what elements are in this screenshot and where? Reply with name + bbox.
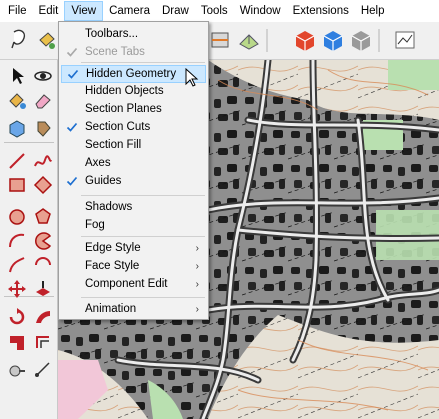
menu-item-animation[interactable]: Animation › <box>61 301 206 319</box>
checkmark-icon <box>66 122 78 132</box>
tool-separator <box>4 142 54 143</box>
paint-icon[interactable] <box>6 89 28 111</box>
menu-file[interactable]: File <box>2 1 33 21</box>
menu-item-label: Hidden Objects <box>85 85 164 97</box>
submenu-arrow-icon: › <box>195 279 199 290</box>
checkmark-icon <box>66 47 78 57</box>
mouse-cursor-icon <box>185 68 199 87</box>
line-icon[interactable] <box>6 150 28 172</box>
menu-item-label: Shadows <box>85 201 133 213</box>
menu-window[interactable]: Window <box>234 1 287 21</box>
polygon-icon[interactable] <box>32 206 54 228</box>
move-icon[interactable] <box>6 278 28 300</box>
tag-icon[interactable] <box>32 118 54 140</box>
sketchup-window: File Edit View Camera Draw Tools Window Extensi… <box>0 0 439 419</box>
toolbar-separator <box>374 26 384 54</box>
menu-item-shadows[interactable]: Shadows <box>61 199 206 217</box>
menu-item-label: Scene Tabs <box>85 46 145 58</box>
circle-icon[interactable] <box>6 206 28 228</box>
menu-separator <box>81 62 205 63</box>
menu-item-face-style[interactable]: Face Style › <box>61 258 206 276</box>
terrain-icon[interactable] <box>392 26 418 54</box>
menu-help[interactable]: Help <box>355 1 391 21</box>
submenu-arrow-icon: › <box>195 261 199 272</box>
section-display-icon[interactable] <box>208 26 234 54</box>
checkmark-icon <box>67 69 79 79</box>
arc3-icon[interactable] <box>32 254 54 276</box>
offset-icon[interactable] <box>32 332 54 354</box>
solid-blue-icon[interactable] <box>320 26 346 54</box>
text-icon[interactable] <box>32 358 54 380</box>
toolbar-separator <box>262 26 272 54</box>
menu-view[interactable]: View <box>64 1 104 21</box>
menu-item-label: Hidden Geometry <box>86 68 177 80</box>
menu-item-axes[interactable]: Axes <box>61 155 206 173</box>
scale-icon[interactable] <box>6 332 28 354</box>
solid-gray-icon[interactable] <box>348 26 374 54</box>
menu-item-label: Section Cuts <box>85 121 151 133</box>
solid-red-icon[interactable] <box>292 26 318 54</box>
pushpull-icon[interactable] <box>32 278 54 300</box>
menu-item-label: Edge Style <box>85 242 141 254</box>
menu-extensions[interactable]: Extensions <box>287 1 355 21</box>
rotated-rectangle-icon[interactable] <box>32 174 54 196</box>
menu-item-label: Guides <box>85 175 122 187</box>
component-icon[interactable] <box>6 118 28 140</box>
tape-icon[interactable] <box>6 358 28 380</box>
menu-draw[interactable]: Draw <box>156 1 195 21</box>
select-icon[interactable] <box>6 65 28 87</box>
geo-location-icon[interactable] <box>236 26 262 54</box>
menu-item-label: Face Style <box>85 260 140 272</box>
rectangle-icon[interactable] <box>6 174 28 196</box>
left-toolbar <box>0 60 58 419</box>
menu-item-label: Animation <box>85 303 137 315</box>
menu-item-section-cuts[interactable]: Section Cuts <box>61 119 206 137</box>
lasso-select-icon[interactable] <box>6 26 32 54</box>
menu-item-fog[interactable]: Fog <box>61 217 206 235</box>
menu-item-label: Fog <box>85 219 105 231</box>
menu-item-guides[interactable]: Guides <box>61 173 206 191</box>
rotate-icon[interactable] <box>6 306 28 328</box>
eraser-icon[interactable] <box>32 89 54 111</box>
menu-item-label: Toolbars... <box>85 28 139 40</box>
checkmark-icon <box>66 176 78 186</box>
followme-icon[interactable] <box>32 306 54 328</box>
submenu-arrow-icon: › <box>195 243 199 254</box>
menu-tools[interactable]: Tools <box>195 1 234 21</box>
menu-item-scene-tabs[interactable]: Scene Tabs <box>61 44 206 62</box>
menu-separator <box>81 236 205 237</box>
menu-item-edge-style[interactable]: Edge Style › <box>61 240 206 258</box>
menu-item-label: Axes <box>85 157 111 169</box>
menu-item-toolbars[interactable]: Toolbars... <box>61 26 206 44</box>
menu-item-section-fill[interactable]: Section Fill <box>61 137 206 155</box>
menu-item-component-edit[interactable]: Component Edit › <box>61 276 206 294</box>
orbit-icon[interactable] <box>32 65 54 87</box>
menu-item-label: Component Edit <box>85 278 168 290</box>
arc-icon[interactable] <box>6 230 28 252</box>
view-dropdown-menu: Toolbars... Scene Tabs Hidden Geometry Hidd… <box>58 21 209 320</box>
pie-icon[interactable] <box>32 230 54 252</box>
menu-item-label: Section Planes <box>85 103 162 115</box>
menu-item-label: Section Fill <box>85 139 142 151</box>
menu-separator <box>81 195 205 196</box>
menu-edit[interactable]: Edit <box>33 1 65 21</box>
paint-bucket-icon[interactable] <box>34 26 60 54</box>
submenu-arrow-icon: › <box>195 304 199 315</box>
menu-separator <box>81 297 205 298</box>
freehand-icon[interactable] <box>32 150 54 172</box>
menu-camera[interactable]: Camera <box>103 1 156 21</box>
arc2-icon[interactable] <box>6 254 28 276</box>
menu-item-section-planes[interactable]: Section Planes <box>61 101 206 119</box>
menu-bar: File Edit View Camera Draw Tools Window Extensi… <box>0 0 439 22</box>
